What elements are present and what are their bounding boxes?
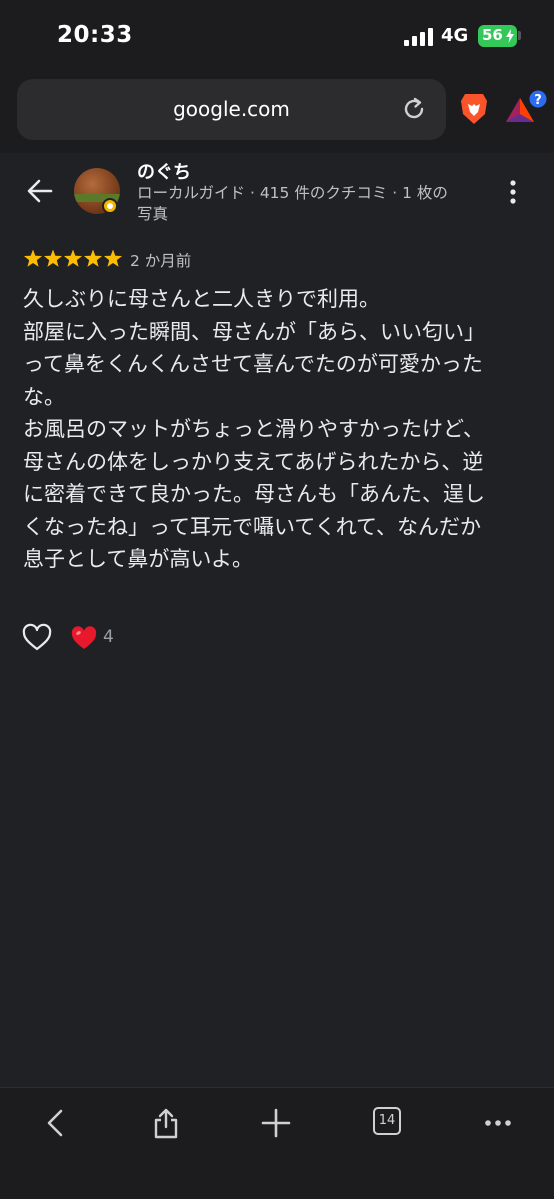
review-page: 20:33 4G 56 google.com ? のぐち ローカルガイド · 4… bbox=[0, 0, 554, 1199]
chevron-left-icon bbox=[47, 1109, 63, 1137]
review-line: くなったね」って耳元で囁いてくれて、なんだか bbox=[23, 514, 482, 539]
more-horizontal-icon bbox=[485, 1120, 511, 1126]
review-line: 母さんの体をしっかり支えてあげられたから、逆 bbox=[23, 449, 484, 474]
status-time: 20:33 bbox=[57, 22, 133, 48]
review-line: って鼻をくんくんさせて喜んでたのが可愛かった bbox=[23, 352, 483, 376]
reviewer-meta: ローカルガイド · 415 件のクチコミ · 1 枚の 写真 bbox=[137, 183, 477, 225]
heart-reaction-icon[interactable] bbox=[71, 626, 97, 650]
review-date: 2 か月前 bbox=[130, 252, 192, 270]
share-icon bbox=[154, 1108, 178, 1139]
review-text: 久しぶりに母さんと二人きりで利用。 部屋に入った瞬間、母さんが「あら、いい匂い」… bbox=[23, 283, 533, 576]
reviewer-meta-line-2: 写真 bbox=[137, 205, 169, 223]
review-line: お風呂のマットがちょっと滑りやすかったけど、 bbox=[23, 417, 484, 441]
reaction-count: 4 bbox=[103, 627, 114, 647]
back-arrow-icon[interactable] bbox=[25, 176, 55, 206]
battery-cap bbox=[518, 31, 521, 40]
brave-rewards-icon[interactable]: ? bbox=[503, 90, 547, 126]
review-line: な。 bbox=[23, 384, 65, 409]
reload-icon[interactable] bbox=[401, 96, 427, 122]
tabs-button[interactable]: 14 bbox=[362, 1098, 412, 1148]
new-tab-button[interactable] bbox=[251, 1098, 301, 1148]
brave-lion-icon[interactable] bbox=[459, 92, 489, 126]
cellular-signal-icon bbox=[404, 28, 433, 46]
battery-level: 56 bbox=[482, 26, 503, 44]
review-line: 久しぶりに母さんと二人きりで利用。 bbox=[23, 287, 380, 311]
star-rating bbox=[23, 249, 123, 267]
network-type: 4G bbox=[441, 25, 469, 46]
share-button[interactable] bbox=[141, 1098, 191, 1148]
like-heart-icon[interactable] bbox=[22, 623, 52, 653]
star-icon bbox=[63, 249, 83, 267]
url-text[interactable]: google.com bbox=[17, 97, 446, 121]
reviewer-meta-line-1: ローカルガイド · 415 件のクチコミ · 1 枚の bbox=[137, 184, 448, 202]
review-line: に密着できて良かった。母さんも「あんた、逞し bbox=[23, 482, 485, 506]
star-icon bbox=[43, 249, 63, 267]
address-bar[interactable]: google.com bbox=[17, 79, 446, 140]
more-options-icon[interactable] bbox=[503, 179, 523, 205]
rewards-badge-text: ? bbox=[534, 93, 542, 108]
local-guide-badge-icon bbox=[102, 198, 118, 214]
star-icon bbox=[103, 249, 123, 267]
browser-bottom-toolbar: 14 bbox=[0, 1087, 554, 1199]
browser-top-chrome: 20:33 4G 56 google.com ? bbox=[0, 0, 554, 153]
tab-count: 14 bbox=[373, 1107, 401, 1135]
plus-icon bbox=[261, 1108, 291, 1138]
star-icon bbox=[83, 249, 103, 267]
back-button[interactable] bbox=[31, 1098, 81, 1148]
menu-button[interactable] bbox=[473, 1098, 523, 1148]
reviewer-name[interactable]: のぐち bbox=[137, 158, 191, 184]
star-icon bbox=[23, 249, 43, 267]
status-bar: 20:33 4G 56 bbox=[0, 0, 554, 72]
review-line: 部屋に入った瞬間、母さんが「あら、いい匂い」 bbox=[23, 319, 485, 344]
charging-bolt-icon bbox=[506, 29, 514, 43]
review-line: 息子として鼻が高いよ。 bbox=[23, 547, 253, 571]
battery-indicator: 56 bbox=[478, 25, 517, 47]
